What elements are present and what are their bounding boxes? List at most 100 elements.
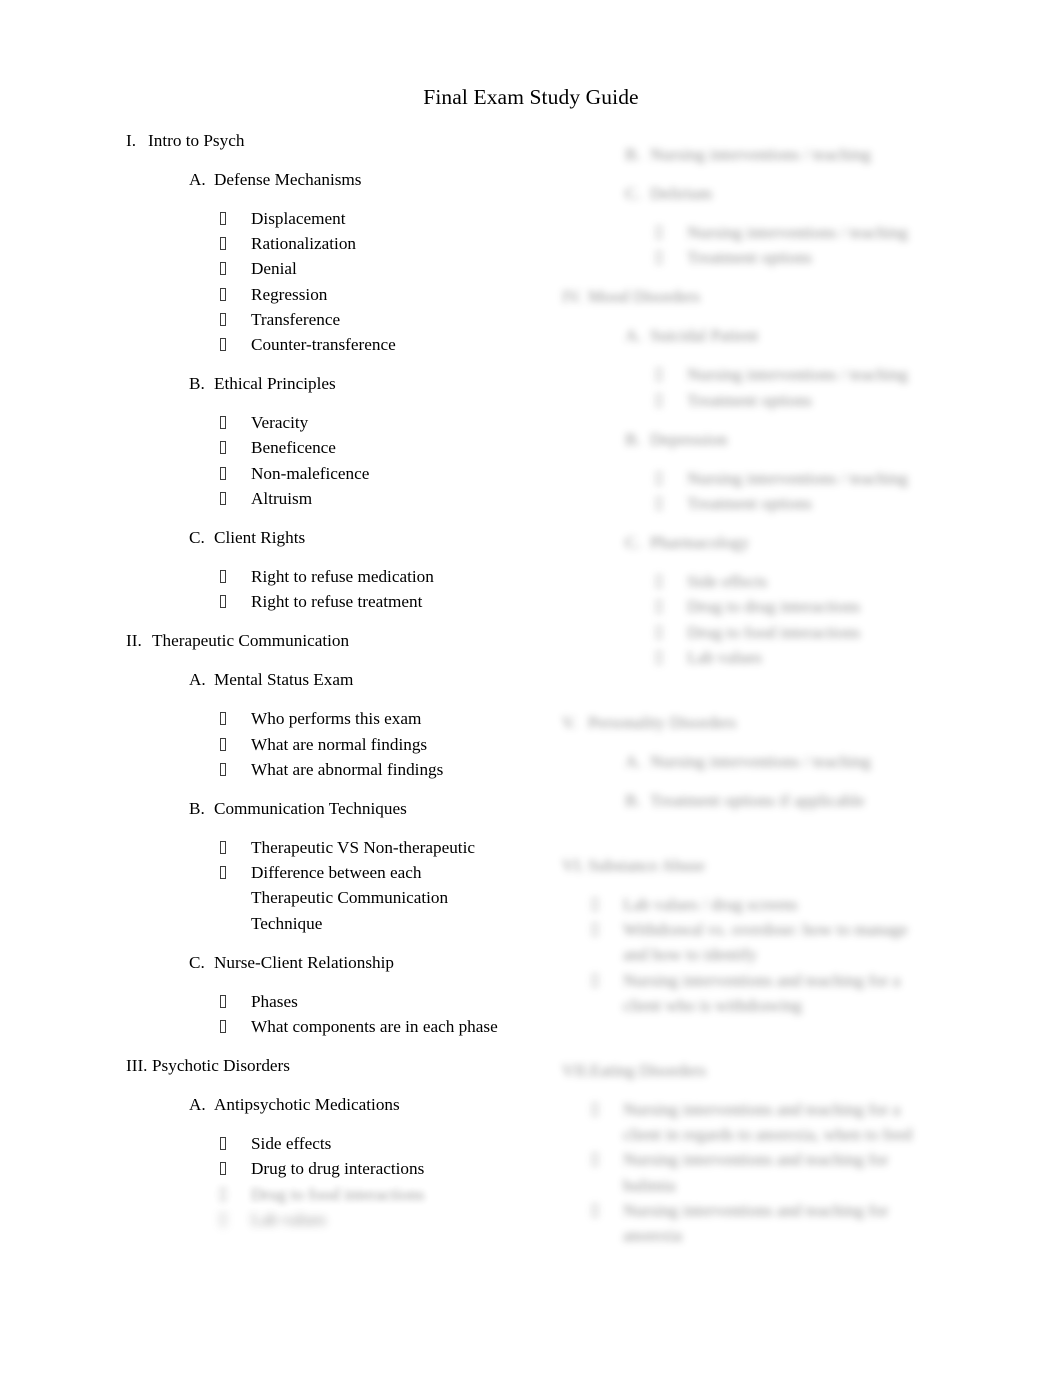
outline-section: II. Therapeutic Communication: [126, 628, 546, 653]
subsection-title: Communication Techniques: [214, 799, 407, 819]
list-item-label: Lab values / drug screens: [623, 895, 798, 915]
list-item: Treatment options: [656, 491, 1002, 516]
bullet-glyph-icon: [220, 1014, 251, 1039]
subsection-title: Depression: [650, 429, 728, 449]
bullet-list-redacted: Nursing interventions / teaching Treatme…: [656, 220, 1002, 270]
bullet-glyph-icon: [592, 917, 623, 942]
subsection-title: Nursing interventions / teaching: [650, 752, 872, 772]
bullet-glyph-icon: [656, 620, 687, 645]
list-item-label: Displacement: [251, 209, 346, 228]
subsection-marker: C.: [625, 184, 641, 203]
outline-column-left: I. Intro to Psych A. Defense Mechanisms …: [126, 128, 546, 1232]
outline-subsection: C. Nurse-Client Relationship: [189, 950, 546, 975]
bullet-glyph-icon: [220, 1182, 251, 1207]
list-item: Treatment options: [656, 388, 1002, 413]
list-item: Side effects: [656, 569, 1002, 594]
list-item: Lab values / drug screens: [592, 892, 1002, 917]
list-item-label: Drug to food interactions: [687, 622, 861, 642]
list-item: What are normal findings: [220, 732, 546, 757]
list-item: Nursing interventions / teaching: [656, 220, 1002, 245]
outline-subsection-redacted: A. Suicidal Patient: [625, 323, 1002, 348]
list-item-label: Nursing interventions and teaching for b…: [623, 1150, 889, 1195]
list-item-label: Nursing interventions and teaching for a…: [623, 970, 901, 1015]
outline-subsection: B. Ethical Principles: [189, 371, 546, 396]
outline-column-right: B. Nursing interventions / teaching C. D…: [562, 128, 1002, 1248]
subsection-title: Suicidal Patient: [650, 326, 759, 346]
outline-section-redacted: V. Personality Disorders: [562, 710, 1002, 735]
list-item-label: Right to refuse treatment: [251, 592, 423, 612]
list-item-label: Treatment options: [687, 494, 812, 514]
bullet-glyph-icon: [656, 388, 687, 413]
list-item: Regression: [220, 282, 546, 307]
list-item-label: Right to refuse medication: [251, 567, 434, 587]
section-marker: VI.: [562, 856, 585, 876]
list-item-label: Non-maleficence: [251, 463, 370, 483]
section-marker: VII.: [562, 1061, 591, 1081]
list-item-label: Beneficence: [251, 438, 336, 458]
subsection-marker: B.: [189, 799, 205, 819]
subsection-marker: C.: [189, 952, 205, 972]
bullet-list-redacted: Nursing interventions / teaching Treatme…: [656, 466, 1002, 516]
bullet-glyph-icon: [220, 410, 251, 435]
subsection-marker: B.: [189, 374, 205, 394]
list-item-label: Nursing interventions and teaching for a…: [623, 1100, 913, 1145]
bullet-glyph-icon: [220, 256, 251, 281]
bullet-list: Side effects Drug to drug interactions D…: [220, 1131, 546, 1232]
bullet-glyph-icon: [220, 435, 251, 460]
list-item: Phases: [220, 989, 546, 1014]
list-item: Withdrawal vs. overdose: how to manage a…: [592, 917, 1002, 967]
bullet-glyph-icon: [220, 282, 251, 307]
subsection-marker: B.: [625, 429, 641, 449]
subsection-title: Nurse-Client Relationship: [214, 952, 394, 972]
bullet-glyph-icon: [656, 245, 687, 270]
bullet-glyph-icon: [220, 757, 251, 782]
subsection-marker: C.: [625, 533, 641, 553]
list-item-label: What are abnormal findings: [251, 759, 444, 779]
bullet-glyph-icon: [656, 491, 687, 516]
list-item-label: Drug to food interactions: [251, 1184, 425, 1204]
subsection-title: Client Rights: [214, 528, 306, 548]
list-item: What components are in each phase: [220, 1014, 546, 1039]
bullet-glyph-icon: [592, 968, 623, 993]
list-item: Denial: [220, 256, 546, 281]
bullet-list-redacted: Nursing interventions and teaching for a…: [592, 1097, 1002, 1248]
section-title: Mood Disorders: [588, 287, 701, 307]
bullet-glyph-icon: [656, 362, 687, 387]
list-item: Difference between each Therapeutic Comm…: [220, 860, 546, 936]
page-title: Final Exam Study Guide: [423, 85, 639, 109]
bullet-glyph-icon: [220, 589, 251, 614]
list-item-label: Nursing interventions / teaching: [687, 468, 909, 488]
list-item: Veracity: [220, 410, 546, 435]
outline-subsection: B. Communication Techniques: [189, 796, 546, 821]
subsection-title: Pharmacology: [650, 533, 750, 553]
subsection-marker: A.: [189, 670, 206, 690]
list-item: Lab values: [656, 645, 1002, 670]
section-title: Psychotic Disorders: [152, 1056, 290, 1076]
list-item: Drug to drug interactions: [656, 594, 1002, 619]
bullet-list-redacted: Nursing interventions / teaching Treatme…: [656, 362, 1002, 412]
list-item: Side effects: [220, 1131, 546, 1156]
section-marker: I.: [126, 131, 137, 150]
bullet-list: Veracity Beneficence Non-maleficence Alt…: [220, 410, 546, 511]
bullet-glyph-icon: [656, 645, 687, 670]
list-item: Nursing interventions and teaching for b…: [592, 1147, 1002, 1197]
list-item-label: Nursing interventions and teaching for a…: [623, 1200, 889, 1246]
subsection-title: Treatment options if applicable: [650, 791, 865, 811]
list-item: Treatment options: [656, 245, 1002, 270]
bullet-glyph-icon: [592, 1097, 623, 1122]
list-item-redacted: Drug to food interactions: [220, 1182, 546, 1207]
list-item: Right to refuse treatment: [220, 589, 546, 614]
bullet-glyph-icon: [592, 1198, 623, 1223]
section-marker: II.: [126, 631, 142, 651]
outline-section-redacted: VII. Eating Disorders: [562, 1058, 1002, 1083]
subsection-marker: B.: [625, 791, 641, 811]
list-item-label: Rationalization: [251, 234, 357, 254]
outline-subsection: A. Defense Mechanisms: [189, 167, 546, 192]
list-item-label: Withdrawal vs. overdose: how to manage a…: [623, 920, 908, 965]
subsection-marker: A.: [189, 170, 206, 189]
list-item-label: Drug to drug interactions: [687, 597, 861, 617]
bullet-glyph-icon: [220, 486, 251, 511]
list-item: Nursing interventions and teaching for a…: [592, 1198, 1002, 1248]
bullet-glyph-icon: [592, 892, 623, 917]
section-title: Therapeutic Communication: [152, 631, 350, 651]
